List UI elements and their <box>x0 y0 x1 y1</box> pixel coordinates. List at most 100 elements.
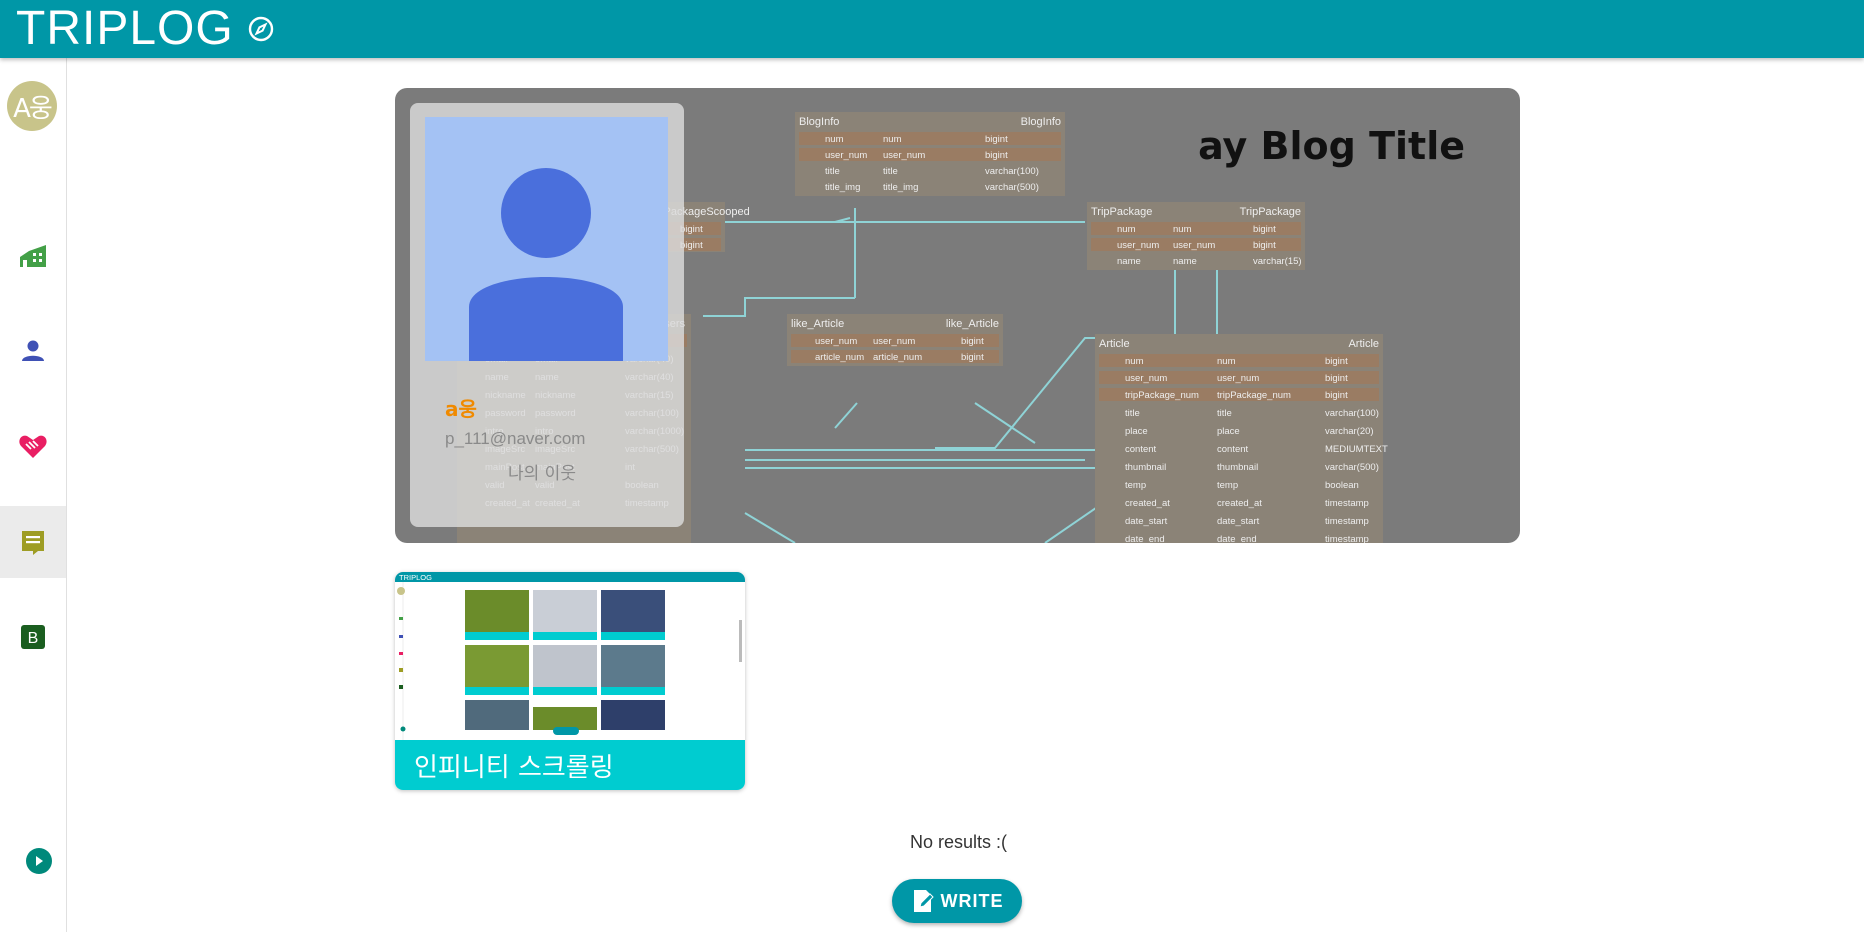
svg-text:BlogInfo: BlogInfo <box>799 116 839 128</box>
sidebar: A웅 B <box>0 58 67 932</box>
profile-email: p_111@naver.com <box>445 429 586 448</box>
write-button[interactable]: WRITE <box>892 879 1022 923</box>
svg-text:name: name <box>1173 256 1197 267</box>
blog-title: ay Blog Title <box>1198 124 1465 168</box>
app-title[interactable]: TRIPLOG <box>16 0 234 58</box>
erd-table-article: Article Article num num bigint user_num use… <box>1095 334 1388 543</box>
svg-text:user_num: user_num <box>1117 240 1159 251</box>
svg-text:timestamp: timestamp <box>1325 498 1369 509</box>
person-icon <box>22 340 44 361</box>
avatar[interactable]: A웅 <box>7 81 57 131</box>
svg-text:timestamp: timestamp <box>1325 534 1369 543</box>
svg-text:title_img: title_img <box>825 182 860 193</box>
neighbor-link[interactable]: 나의 이웃 <box>508 459 576 484</box>
svg-text:article_num: article_num <box>815 352 864 363</box>
svg-text:temp: temp <box>1217 480 1238 491</box>
erd-table-like-article: like_Article like_Article user_num user_n… <box>787 314 1003 366</box>
edit-document-icon <box>913 890 934 912</box>
svg-text:bigint: bigint <box>961 352 984 363</box>
svg-text:bigint: bigint <box>1253 240 1276 251</box>
svg-text:article_num: article_num <box>873 352 922 363</box>
post-title[interactable]: 인피니티 스크롤링 <box>395 740 745 790</box>
svg-text:user_num: user_num <box>1217 373 1259 384</box>
no-results-text: No results :( <box>910 832 1008 852</box>
erd-table-trippackage: TripPackage TripPackage num num bigint use… <box>1087 202 1305 270</box>
svg-text:BlogInfo: BlogInfo <box>1021 116 1061 128</box>
svg-text:date_end: date_end <box>1217 534 1257 543</box>
svg-text:title: title <box>1125 408 1140 419</box>
app-header: TRIPLOG <box>0 0 1864 58</box>
svg-text:bigint: bigint <box>1325 373 1348 384</box>
svg-text:title_img: title_img <box>883 182 918 193</box>
svg-text:num: num <box>1125 356 1144 367</box>
heart-hand-icon <box>19 435 47 458</box>
svg-text:TRIPLOG: TRIPLOG <box>399 573 432 582</box>
svg-text:user_num: user_num <box>883 150 925 161</box>
svg-text:bigint: bigint <box>1325 390 1348 401</box>
svg-text:created_at: created_at <box>1217 498 1262 509</box>
svg-text:tripPackage_num: tripPackage_num <box>1125 390 1199 401</box>
svg-text:content: content <box>1125 444 1157 455</box>
post-thumbnail: TRIPLOG <box>395 572 745 740</box>
svg-text:date_start: date_start <box>1217 516 1260 527</box>
chevron-right-circle-icon <box>36 856 43 866</box>
svg-text:title: title <box>825 166 840 177</box>
svg-text:varchar(100): varchar(100) <box>985 166 1039 177</box>
svg-text:like_Article: like_Article <box>946 318 999 330</box>
svg-text:num: num <box>1217 356 1236 367</box>
svg-text:varchar(20): varchar(20) <box>1325 426 1374 437</box>
sidebar-item-likes[interactable] <box>0 410 66 482</box>
sidebar-item-profile[interactable] <box>0 315 66 387</box>
svg-text:bigint: bigint <box>985 150 1008 161</box>
svg-text:MEDIUMTEXT: MEDIUMTEXT <box>1325 444 1388 455</box>
svg-text:tripPackage_num: tripPackage_num <box>1217 390 1291 401</box>
svg-text:num: num <box>1173 224 1192 235</box>
home-icon <box>20 245 46 267</box>
blog-banner: BlogInfo BlogInfo num num bigint user_num u… <box>395 88 1520 543</box>
svg-text:bigint: bigint <box>961 336 984 347</box>
svg-text:user_num: user_num <box>825 150 867 161</box>
svg-text:varchar(100): varchar(100) <box>1325 408 1379 419</box>
post-card[interactable]: TRIPLOG 인피니티 스크롤링 <box>395 572 745 790</box>
sidebar-item-home[interactable] <box>0 221 66 293</box>
svg-text:boolean: boolean <box>1325 480 1359 491</box>
svg-text:date_end: date_end <box>1125 534 1165 543</box>
profile-name: a웅 <box>445 397 477 421</box>
svg-text:num: num <box>883 134 902 145</box>
svg-text:content: content <box>1217 444 1249 455</box>
svg-text:user_num: user_num <box>1173 240 1215 251</box>
svg-text:name: name <box>1117 256 1141 267</box>
profile-card: a웅 p_111@naver.com 나의 이웃 <box>410 103 684 527</box>
svg-text:date_start: date_start <box>1125 516 1168 527</box>
b-badge-icon: B <box>21 625 45 649</box>
svg-text:thumbnail: thumbnail <box>1217 462 1258 473</box>
svg-text:bigint: bigint <box>985 134 1008 145</box>
svg-text:B: B <box>28 630 39 647</box>
svg-text:bigint: bigint <box>1325 356 1348 367</box>
sidebar-item-blog[interactable] <box>0 506 66 578</box>
sidebar-item-board[interactable]: B <box>0 601 66 673</box>
svg-text:varchar(15): varchar(15) <box>1253 256 1302 267</box>
sidebar-collapse-button[interactable] <box>26 848 52 874</box>
svg-text:thumbnail: thumbnail <box>1125 462 1166 473</box>
default-avatar-icon <box>469 168 623 361</box>
compass-icon <box>248 16 273 42</box>
profile-photo[interactable] <box>425 117 668 361</box>
svg-text:bigint: bigint <box>1253 224 1276 235</box>
svg-text:user_num: user_num <box>1125 373 1167 384</box>
svg-text:Article: Article <box>1348 338 1379 350</box>
svg-text:user_num: user_num <box>873 336 915 347</box>
svg-text:varchar(500): varchar(500) <box>985 182 1039 193</box>
article-icon <box>22 531 44 555</box>
svg-text:Article: Article <box>1099 338 1130 350</box>
svg-text:temp: temp <box>1125 480 1146 491</box>
svg-text:num: num <box>825 134 844 145</box>
write-button-label: WRITE <box>940 890 1004 911</box>
svg-text:created_at: created_at <box>1125 498 1170 509</box>
svg-text:timestamp: timestamp <box>1325 516 1369 527</box>
svg-text:place: place <box>1217 426 1240 437</box>
svg-text:title: title <box>1217 408 1232 419</box>
svg-text:title: title <box>883 166 898 177</box>
svg-text:TripPackage: TripPackage <box>1091 206 1152 218</box>
erd-table-bloginfo: BlogInfo BlogInfo num num bigint user_num u… <box>795 112 1065 196</box>
